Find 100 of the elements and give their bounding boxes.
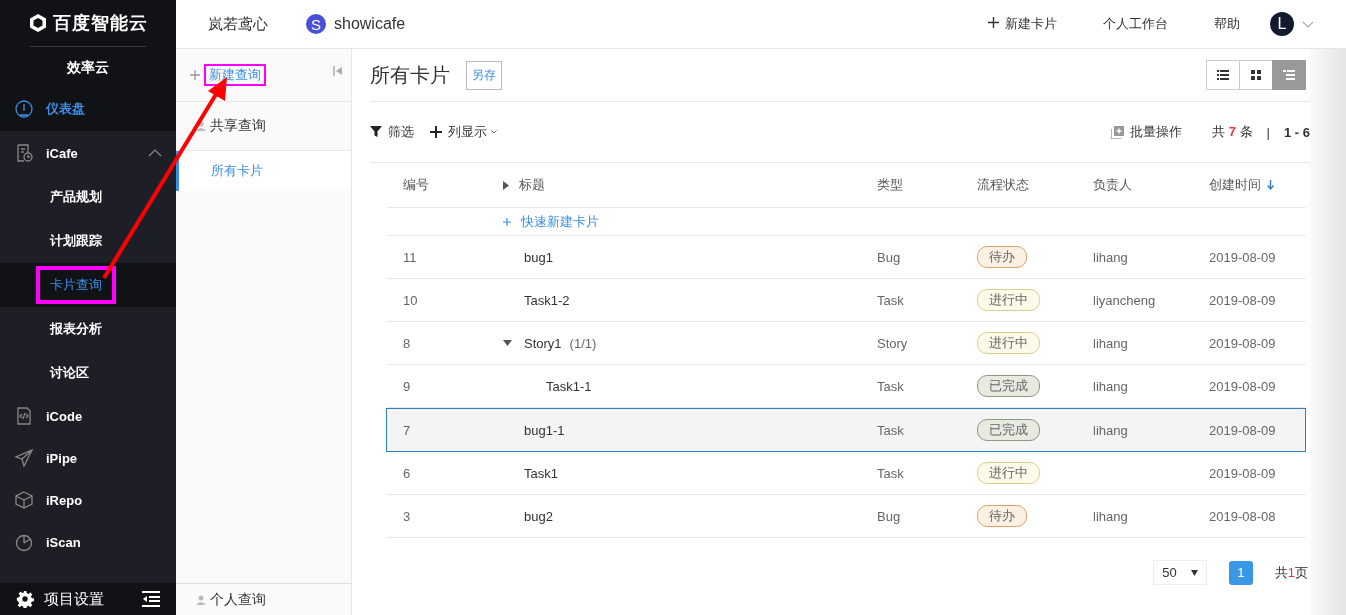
save-as-button[interactable]: 另存 (466, 60, 502, 90)
total-pages: 共1页 (1274, 563, 1308, 582)
status-tag: 已完成 (977, 419, 1040, 441)
status-tag: 进行中 (977, 332, 1040, 354)
sidebar-item[interactable]: iCode (0, 395, 176, 437)
table-cell: 2019-08-09 (1209, 422, 1276, 438)
card-title[interactable]: bug1-1 (524, 422, 565, 438)
table-cell: lihang (1093, 249, 1128, 265)
expand-caret-icon[interactable] (503, 340, 512, 346)
card-title[interactable]: Task1-2 (524, 292, 570, 308)
table-cell: 2019-08-09 (1209, 249, 1276, 265)
sidebar-item[interactable]: iScan (0, 521, 176, 563)
batch-icon[interactable] (1111, 125, 1125, 139)
status-tag: 进行中 (977, 289, 1040, 311)
cube-logo-icon (28, 13, 48, 33)
card-title[interactable]: bug2 (524, 508, 553, 524)
table-cell: 6 (403, 465, 411, 481)
status-tag: 进行中 (977, 462, 1040, 484)
progress-text: (1/1) (569, 335, 597, 351)
table-row[interactable]: 3 bug2 Bug 待办 lihang 2019-08-08 (386, 495, 1306, 538)
sidebar-subitem[interactable]: 卡片查询 (36, 266, 116, 304)
status-tag: 待办 (977, 505, 1027, 527)
column-header[interactable]: 编号 (403, 176, 429, 194)
column-header[interactable]: 创建时间 (1209, 176, 1261, 194)
project-avatar: S (306, 14, 326, 34)
paper-plane-icon (14, 448, 34, 468)
plus-icon[interactable] (430, 126, 442, 138)
pie-icon (14, 532, 34, 552)
column-header[interactable]: 标题 (519, 176, 545, 194)
code-file-icon (14, 406, 34, 426)
new-card-button[interactable]: 新建卡片 (988, 15, 1057, 33)
person-icon (196, 594, 206, 605)
batch-button[interactable]: 批量操作 (1130, 123, 1183, 141)
page-title: 所有卡片 (370, 62, 450, 88)
space-name[interactable]: 岚若鸢心 (208, 14, 268, 34)
help-link[interactable]: 帮助 (1214, 15, 1240, 33)
table-cell: 10 (403, 292, 418, 308)
filter-button[interactable]: 筛选 (388, 123, 414, 141)
card-title[interactable]: Story1 (524, 335, 562, 351)
table-row[interactable]: 7 bug1-1 Task 已完成 lihang 2019-08-09 (386, 408, 1306, 452)
table-row[interactable]: 8 Story1 (1/1) Story 进行中 lihang 2019-08-09 (386, 322, 1306, 365)
table-row[interactable]: 10 Task1-2 Task 进行中 liyancheng 2019-08-09 (386, 279, 1306, 322)
collapse-menu-icon[interactable] (142, 591, 160, 607)
table-cell: 2019-08-09 (1209, 465, 1276, 481)
table-cell: Task (877, 292, 904, 308)
table-cell: Task (877, 422, 904, 438)
dropdown-triangle-icon (1190, 569, 1198, 576)
separator-text: | (1266, 124, 1270, 140)
table-cell: Task (877, 465, 904, 481)
sort-down-icon[interactable] (1267, 180, 1274, 190)
quick-create-link[interactable]: 快速新建卡片 (521, 212, 599, 231)
card-title[interactable]: Task1-1 (546, 378, 592, 394)
table-cell: 9 (403, 378, 411, 394)
logo-text: 百度智能云 (53, 12, 148, 35)
table-cell: 2019-08-08 (1209, 508, 1276, 524)
project-name[interactable]: showicafe (334, 15, 406, 33)
section-title[interactable]: 个人查询 (210, 590, 266, 609)
columns-dropdown[interactable]: 列显示 (448, 123, 487, 141)
expand-triangle-icon[interactable] (503, 180, 509, 190)
chevron-up-icon (148, 149, 162, 157)
range-text: 1 - 6 (1284, 124, 1310, 140)
sidebar-item[interactable]: iPipe (0, 437, 176, 479)
table-cell: Bug (877, 249, 901, 265)
table-cell: Bug (877, 508, 901, 524)
grid-view-button[interactable] (1239, 60, 1273, 90)
table-cell: 2019-08-09 (1209, 292, 1276, 308)
filter-icon[interactable] (370, 126, 382, 138)
card-title[interactable]: Task1 (524, 465, 558, 481)
user-avatar[interactable]: L (1270, 12, 1294, 36)
product-name: 效率云 (66, 58, 110, 77)
card-title[interactable]: bug1 (524, 249, 553, 265)
box-icon (14, 490, 34, 510)
plus-icon (988, 17, 999, 28)
table-cell: 7 (403, 422, 411, 438)
table-cell: Story (877, 335, 908, 351)
section-title: 共享查询 (210, 117, 266, 135)
gauge-icon (14, 99, 34, 119)
tree-list-icon (1283, 70, 1295, 80)
table-cell: lihang (1093, 335, 1128, 351)
table-cell: 2019-08-09 (1209, 335, 1276, 351)
table-cell: 8 (403, 335, 411, 351)
settings-icon (16, 590, 34, 608)
table-cell: lihang (1093, 378, 1128, 394)
table-cell: lihang (1093, 422, 1128, 438)
column-header[interactable]: 负责人 (1093, 176, 1132, 194)
list-icon (1217, 70, 1229, 80)
table-row[interactable]: 11 bug1 Bug 待办 lihang 2019-08-09 (386, 236, 1306, 279)
table-cell: 2019-08-09 (1209, 378, 1276, 394)
page-size-select[interactable]: 50 (1153, 560, 1207, 585)
query-item[interactable]: 所有卡片 (176, 151, 351, 191)
table-cell: liyancheng (1093, 292, 1156, 308)
table-cell: Task (877, 378, 904, 394)
list-view-button[interactable] (1206, 60, 1240, 90)
sidebar-item[interactable]: iRepo (0, 479, 176, 521)
sidebar-item[interactable]: iCafe (0, 131, 176, 175)
workbench-link[interactable]: 个人工作台 (1103, 15, 1168, 33)
column-header[interactable]: 流程状态 (977, 176, 1029, 194)
table-row[interactable]: 6 Task1 Task 进行中 2019-08-09 (386, 452, 1306, 495)
column-header[interactable]: 类型 (877, 176, 903, 194)
chevron-down-icon[interactable] (491, 130, 497, 134)
